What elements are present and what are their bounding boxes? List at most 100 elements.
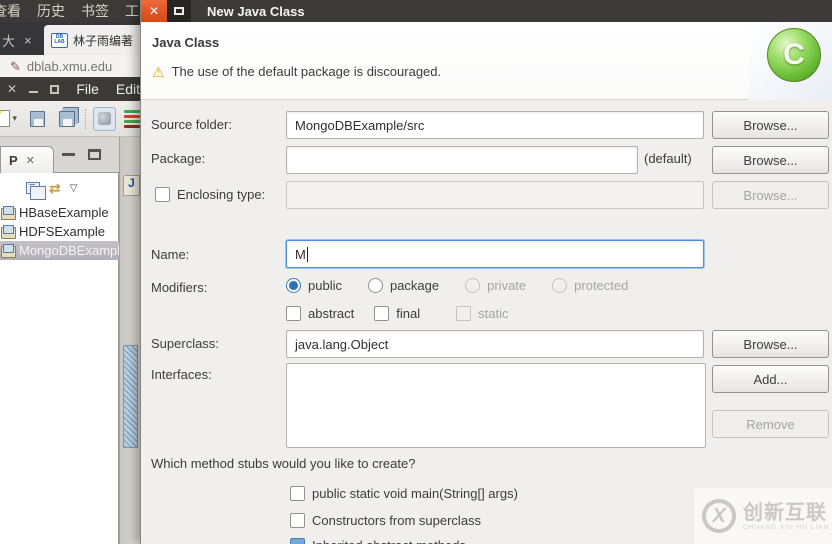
- url-text: dblab.xmu.edu: [27, 59, 112, 74]
- name-label: Name:: [151, 247, 189, 262]
- modifiers-label: Modifiers:: [151, 280, 207, 295]
- browser-tab-previous[interactable]: 大 ×: [2, 31, 32, 50]
- link-with-editor-icon[interactable]: ⇄: [49, 180, 61, 197]
- enclosing-type-label: Enclosing type:: [177, 187, 265, 202]
- source-folder-browse-button[interactable]: Browse...: [712, 111, 829, 139]
- package-default-hint: (default): [644, 151, 692, 166]
- checkbox-main-method-icon: [290, 486, 305, 501]
- tab-close-icon[interactable]: ×: [24, 33, 32, 48]
- enclosing-type-browse-button: Browse...: [712, 181, 829, 209]
- superclass-input[interactable]: java.lang.Object: [286, 330, 704, 358]
- save-icon[interactable]: [30, 111, 45, 127]
- eclipse-maximize-icon[interactable]: [50, 85, 60, 94]
- checkbox-inherited-abstract-icon: [290, 538, 305, 544]
- package-browse-button[interactable]: Browse...: [712, 146, 829, 174]
- view-menu-icon[interactable]: ▽: [70, 183, 78, 194]
- checkbox-static-icon: [456, 306, 471, 321]
- warning-message: ⚠ The use of the default package is disc…: [152, 64, 441, 79]
- save-all-icon[interactable]: [59, 111, 74, 127]
- editor-edge-strip: J: [119, 137, 140, 544]
- enclosing-type-checkbox[interactable]: [155, 187, 170, 202]
- package-explorer-view: P ✕ ⇄ ▽ HBaseExample HDFSExample: [0, 172, 119, 544]
- project-tree: HBaseExample HDFSExample MongoDBExample: [0, 203, 119, 260]
- java-project-icon: [1, 225, 16, 238]
- name-input[interactable]: M: [286, 240, 704, 268]
- tree-item-hbaseexample[interactable]: HBaseExample: [0, 203, 119, 222]
- package-input[interactable]: [286, 146, 638, 174]
- eclipse-titlebar: ✕ File Edit: [0, 77, 140, 101]
- menu-history[interactable]: 历史: [37, 1, 65, 21]
- radio-package[interactable]: package: [368, 278, 439, 293]
- toolbar-toggle-icon[interactable]: [93, 107, 116, 131]
- package-explorer-tab-label: P: [9, 153, 18, 168]
- checkbox-main-method[interactable]: public static void main(String[] args): [290, 486, 518, 501]
- source-folder-input[interactable]: MongoDBExample/src: [286, 111, 704, 139]
- browser-tabstrip: 大 × DB LAB 林子雨编著: [0, 22, 140, 55]
- interfaces-add-button[interactable]: Add...: [712, 365, 829, 393]
- screen: 查看 历史 书签 工具 大 × DB LAB 林子雨编著 ✎ dblab.xmu…: [0, 0, 832, 544]
- interfaces-list[interactable]: [286, 363, 706, 448]
- menu-tools[interactable]: 工具: [125, 1, 140, 21]
- tree-item-hdfsexample[interactable]: HDFSExample: [0, 222, 119, 241]
- dialog-titlebar: ✕ New Java Class: [141, 0, 832, 22]
- eclipse-menu-file[interactable]: File: [76, 81, 99, 97]
- checkbox-inherited-abstract[interactable]: Inherited abstract methods: [290, 538, 466, 544]
- radio-package-icon: [368, 278, 383, 293]
- package-label: Package:: [151, 151, 205, 166]
- checkbox-final-icon: [374, 306, 389, 321]
- menu-view[interactable]: 查看: [0, 1, 21, 21]
- tree-item-mongodbexample[interactable]: MongoDBExample: [0, 241, 119, 260]
- dialog-header: Java Class ⚠ The use of the default pack…: [141, 22, 832, 100]
- pencil-icon: ✎: [10, 60, 21, 73]
- eclipse-menu-edit[interactable]: Edit: [116, 81, 140, 97]
- checkbox-abstract[interactable]: abstract: [286, 306, 354, 321]
- eclipse-minimize-icon[interactable]: [29, 91, 38, 93]
- checkbox-constructors[interactable]: Constructors from superclass: [290, 513, 481, 528]
- watermark: X 创新互联 CHUANG XIN HU LIAN: [694, 488, 832, 544]
- dialog-close-button[interactable]: ✕: [141, 0, 167, 22]
- view-close-icon[interactable]: ✕: [26, 154, 35, 167]
- modifiers-flags-row: abstract final static: [286, 306, 508, 321]
- radio-protected: protected: [552, 278, 628, 293]
- collapse-all-icon[interactable]: [26, 182, 40, 194]
- browser-address-bar[interactable]: ✎ dblab.xmu.edu: [0, 55, 140, 77]
- menu-bookmarks[interactable]: 书签: [81, 1, 109, 21]
- java-project-icon: [1, 244, 16, 257]
- package-explorer-toolbar: ⇄ ▽: [0, 175, 119, 201]
- tab-package-explorer[interactable]: P ✕: [0, 146, 54, 173]
- new-dropdown-icon[interactable]: ▾: [13, 113, 18, 124]
- watermark-subtext: CHUANG XIN HU LIAN: [743, 524, 829, 531]
- view-minimize-icon[interactable]: [62, 153, 75, 156]
- superclass-browse-button[interactable]: Browse...: [712, 330, 829, 358]
- java-class-wizard-icon: C: [767, 28, 821, 82]
- radio-protected-icon: [552, 278, 567, 293]
- interfaces-label: Interfaces:: [151, 367, 212, 382]
- new-wizard-icon[interactable]: [0, 110, 10, 127]
- dblab-favicon: DB LAB: [51, 33, 68, 48]
- browser-tab-active[interactable]: DB LAB 林子雨编著: [44, 25, 140, 55]
- watermark-logo-icon: X: [702, 499, 736, 533]
- package-explorer-panel: P ✕ ⇄ ▽ HBaseExample HDFSExample: [0, 137, 119, 544]
- checkbox-constructors-icon: [290, 513, 305, 528]
- scrollbar-thumb[interactable]: [123, 345, 138, 448]
- method-stubs-question: Which method stubs would you like to cre…: [151, 456, 415, 471]
- java-editor-tab-icon[interactable]: J: [123, 175, 140, 196]
- new-java-class-dialog: ✕ New Java Class Java Class ⚠ The use of…: [140, 0, 832, 544]
- eclipse-close-icon[interactable]: ✕: [7, 82, 17, 96]
- dialog-title: New Java Class: [207, 4, 305, 19]
- java-project-icon: [1, 206, 16, 219]
- radio-public[interactable]: public: [286, 278, 342, 293]
- perspective-icon[interactable]: [124, 110, 140, 128]
- warning-icon: ⚠: [152, 65, 165, 79]
- checkbox-static: static: [456, 306, 508, 321]
- active-tab-title: 林子雨编著: [73, 32, 133, 49]
- header-title: Java Class: [152, 35, 219, 50]
- radio-private-icon: [465, 278, 480, 293]
- checkbox-abstract-icon: [286, 306, 301, 321]
- watermark-text: 创新互联: [743, 502, 829, 524]
- view-maximize-icon[interactable]: [88, 149, 101, 160]
- toolbar-separator: [85, 109, 86, 129]
- dialog-maximize-button[interactable]: [167, 0, 191, 22]
- radio-private: private: [465, 278, 526, 293]
- checkbox-final[interactable]: final: [374, 306, 420, 321]
